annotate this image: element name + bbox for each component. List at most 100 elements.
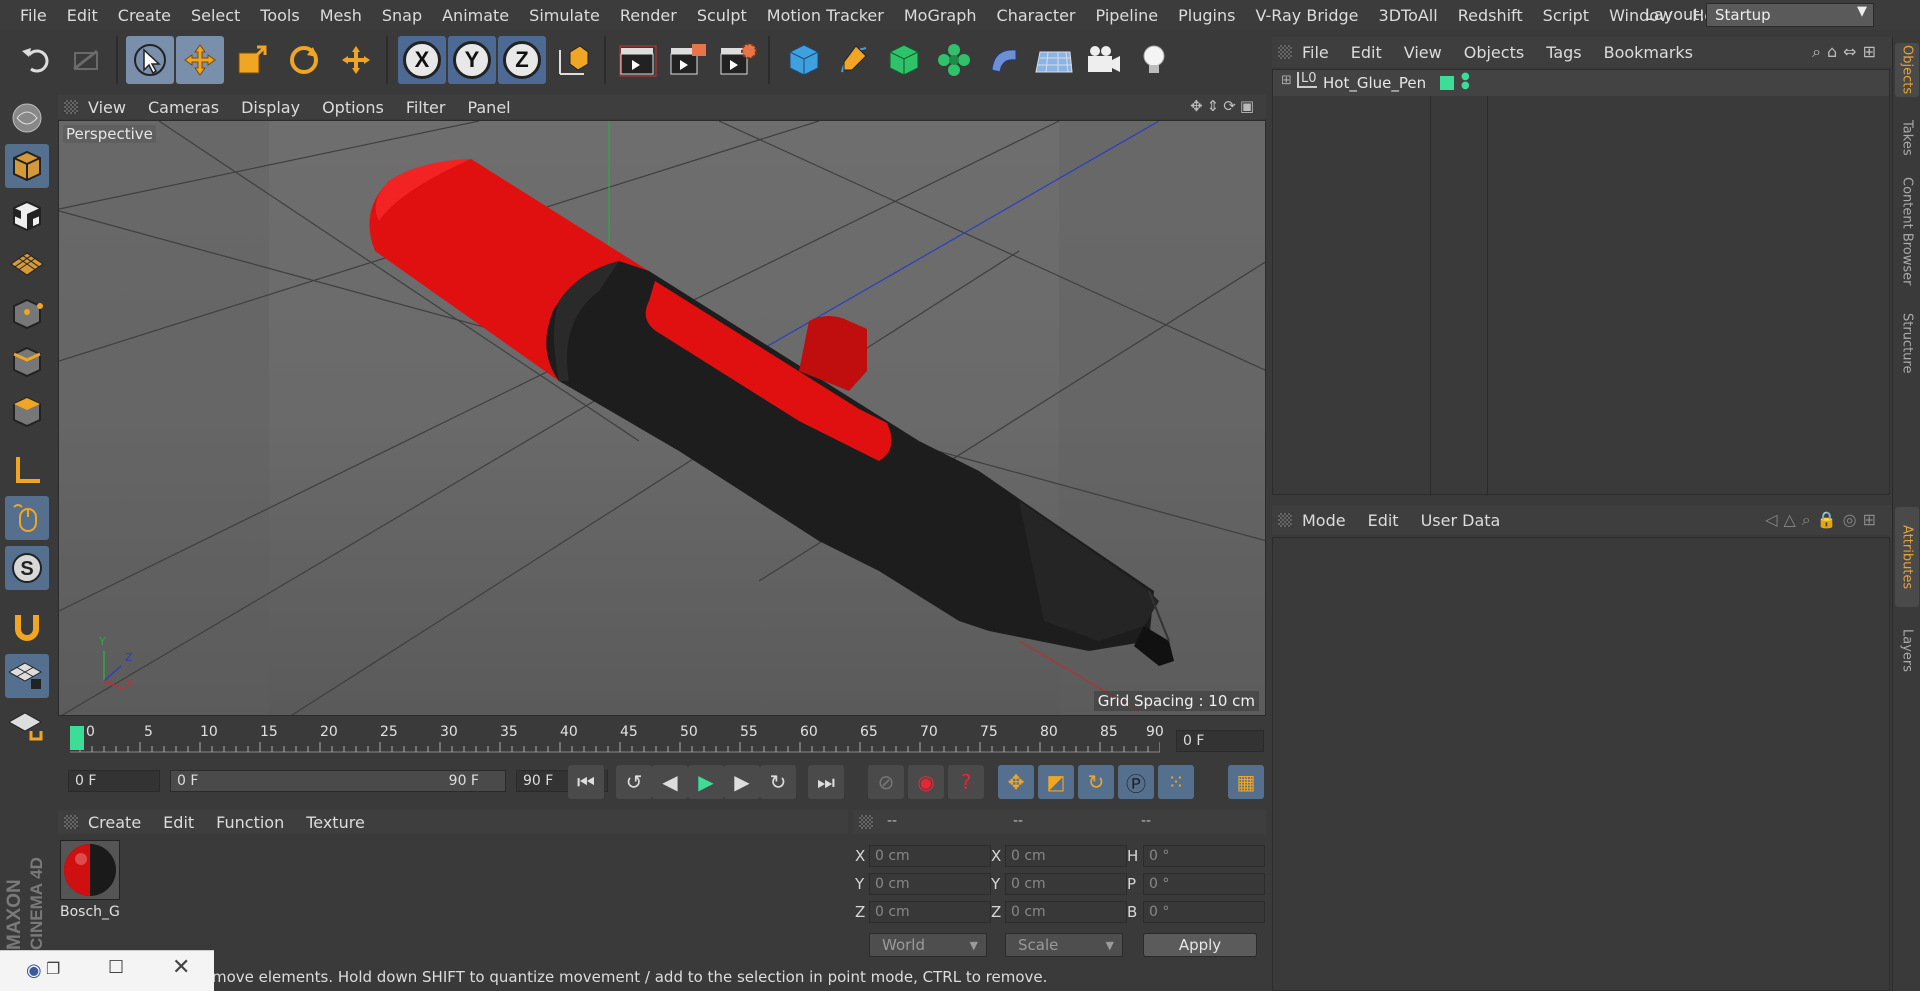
coordinate-system-button[interactable]: [550, 36, 598, 84]
menu-script[interactable]: Script: [1533, 6, 1599, 25]
lock-z-button[interactable]: Z: [498, 36, 546, 84]
menu-simulate[interactable]: Simulate: [519, 6, 610, 25]
size-mode-dropdown[interactable]: Scale ▼: [1005, 933, 1123, 957]
next-key-button[interactable]: ↻: [760, 765, 796, 799]
menu-pipeline[interactable]: Pipeline: [1086, 6, 1169, 25]
undo-button[interactable]: [12, 36, 60, 84]
menu-redshift[interactable]: Redshift: [1448, 6, 1533, 25]
visibility-dots-icon[interactable]: ● ●: [1461, 72, 1470, 91]
frame-ruler[interactable]: 0 5 10 15 20 25 30 35 40 45 50 55 60 65 …: [70, 720, 1164, 756]
polygons-mode-button[interactable]: [5, 390, 49, 434]
redo-button[interactable]: [62, 36, 110, 84]
viewport-menu-display[interactable]: Display: [241, 98, 300, 117]
panel-grip-icon[interactable]: [1278, 513, 1292, 527]
lock-x-button[interactable]: X: [398, 36, 446, 84]
add-subdivision-button[interactable]: [880, 36, 928, 84]
panel-grip-icon[interactable]: [64, 100, 78, 114]
add-light-button[interactable]: [1130, 36, 1178, 84]
workplane-lock-button[interactable]: [5, 654, 49, 698]
close-icon[interactable]: ✕: [172, 955, 190, 980]
position-y-field[interactable]: 0 cm: [869, 873, 991, 895]
viewport-menu-cameras[interactable]: Cameras: [148, 98, 219, 117]
snap-button[interactable]: [5, 604, 49, 648]
solo-button[interactable]: S: [5, 546, 49, 590]
object-manager-tool-icons[interactable]: ⌕⌂⇔⊞: [1812, 42, 1882, 62]
add-cube-button[interactable]: [780, 36, 828, 84]
tab-attributes[interactable]: Attributes: [1895, 507, 1919, 607]
menu-tools[interactable]: Tools: [250, 6, 309, 25]
key-rotation-button[interactable]: ↻: [1078, 765, 1114, 799]
attribute-menu-user-data[interactable]: User Data: [1421, 511, 1501, 530]
menu-edit[interactable]: Edit: [57, 6, 108, 25]
enable-axis-button[interactable]: [5, 448, 49, 492]
attribute-manager-tool-icons[interactable]: ◁△⌕🔒◎⊞: [1765, 510, 1882, 530]
position-x-field[interactable]: 0 cm: [869, 845, 991, 867]
object-menu-tags[interactable]: Tags: [1546, 43, 1581, 62]
add-spline-pen-button[interactable]: [830, 36, 878, 84]
rotate-tool-button[interactable]: [280, 36, 328, 84]
tab-takes[interactable]: Takes: [1895, 113, 1919, 163]
menu-animate[interactable]: Animate: [432, 6, 519, 25]
menu-plugins[interactable]: Plugins: [1168, 6, 1245, 25]
add-deformer-button[interactable]: [980, 36, 1028, 84]
transform-tool-button[interactable]: [332, 36, 380, 84]
panel-grip-icon[interactable]: [1278, 45, 1292, 59]
lock-y-button[interactable]: Y: [448, 36, 496, 84]
menu-mesh[interactable]: Mesh: [310, 6, 372, 25]
scale-tool-button[interactable]: [228, 36, 276, 84]
menu-vray-bridge[interactable]: V-Ray Bridge: [1245, 6, 1368, 25]
viewport-menu-view[interactable]: View: [88, 98, 126, 117]
workplane-mode-button[interactable]: [5, 242, 49, 286]
size-x-field[interactable]: 0 cm: [1005, 845, 1127, 867]
panel-grip-icon[interactable]: [859, 815, 873, 829]
add-cloner-button[interactable]: [930, 36, 978, 84]
play-button[interactable]: ▶: [688, 765, 724, 799]
menu-character[interactable]: Character: [987, 6, 1086, 25]
material-menu-texture[interactable]: Texture: [306, 813, 365, 832]
material-menu-edit[interactable]: Edit: [163, 813, 194, 832]
position-z-field[interactable]: 0 cm: [869, 901, 991, 923]
object-menu-file[interactable]: File: [1302, 43, 1329, 62]
3d-viewport[interactable]: Y Z X Perspective Grid Spacing : 10 cm: [58, 120, 1266, 716]
tab-structure[interactable]: Structure: [1895, 305, 1919, 381]
apply-button[interactable]: Apply: [1143, 933, 1257, 957]
maximize-icon[interactable]: ☐: [108, 957, 124, 978]
attribute-menu-edit[interactable]: Edit: [1368, 511, 1399, 530]
planar-workplane-button[interactable]: [5, 704, 49, 748]
viewport-menu-options[interactable]: Options: [322, 98, 384, 117]
tab-objects[interactable]: Objects: [1895, 43, 1919, 97]
object-menu-view[interactable]: View: [1404, 43, 1442, 62]
viewport-menu-filter[interactable]: Filter: [406, 98, 446, 117]
object-row[interactable]: ⊞ L0 Hot_Glue_Pen ● ●: [1273, 70, 1889, 96]
viewport-menu-panel[interactable]: Panel: [467, 98, 510, 117]
tab-layers[interactable]: Layers: [1895, 621, 1919, 681]
render-view-button[interactable]: [614, 36, 662, 84]
move-tool-button[interactable]: [176, 36, 224, 84]
start-frame-field[interactable]: 0 F: [68, 770, 160, 792]
material-thumbnail[interactable]: [60, 840, 120, 900]
next-frame-button[interactable]: ▶: [724, 765, 760, 799]
rotation-p-field[interactable]: 0 °: [1143, 873, 1265, 895]
menu-select[interactable]: Select: [181, 6, 250, 25]
material-menu-function[interactable]: Function: [216, 813, 284, 832]
key-pla-button[interactable]: ⁙: [1158, 765, 1194, 799]
menu-render[interactable]: Render: [610, 6, 687, 25]
panel-grip-icon[interactable]: [64, 815, 78, 829]
viewport-nav-icons[interactable]: ✥⇕⟳▣: [1190, 97, 1258, 115]
keyframe-selection-button[interactable]: ?: [948, 765, 984, 799]
texture-mode-button[interactable]: [5, 194, 49, 238]
key-scale-button[interactable]: ◩: [1038, 765, 1074, 799]
menu-motion-tracker[interactable]: Motion Tracker: [757, 6, 894, 25]
model-mode-button[interactable]: [5, 144, 49, 188]
timeline-ruler[interactable]: 0 5 10 15 20 25 30 35 40 45 50 55 60 65 …: [58, 720, 1266, 760]
prev-key-button[interactable]: ↺: [616, 765, 652, 799]
current-frame-field[interactable]: 0 F: [1176, 730, 1264, 752]
go-to-start-button[interactable]: ⏮: [568, 765, 604, 799]
layer-color-swatch[interactable]: [1440, 76, 1454, 90]
menu-file[interactable]: File: [10, 6, 57, 25]
preview-range-slider[interactable]: 0 F 90 F: [170, 770, 506, 792]
live-selection-button[interactable]: [126, 36, 174, 84]
render-settings-button[interactable]: [714, 36, 762, 84]
menu-create[interactable]: Create: [108, 6, 181, 25]
prev-frame-button[interactable]: ◀: [652, 765, 688, 799]
